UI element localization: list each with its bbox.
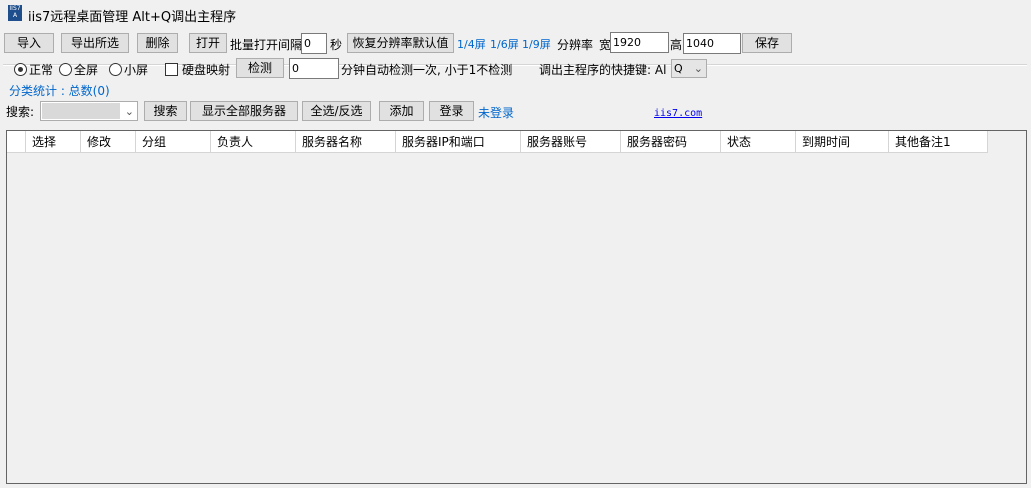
width-input[interactable]: 1920 <box>610 32 669 53</box>
show-all-servers-button[interactable]: 显示全部服务器 <box>190 101 298 121</box>
minutes-label: 分钟自动检测一次, 小于1不检测 <box>341 63 513 77</box>
column-header[interactable]: 服务器账号 <box>521 131 621 153</box>
resolution-label: 分辨率 <box>557 38 594 52</box>
login-status: 未登录 <box>478 106 515 120</box>
site-link[interactable]: iis7.com <box>654 108 702 119</box>
search-label: 搜索: <box>6 105 35 119</box>
column-header[interactable]: 选择 <box>26 131 81 153</box>
window-title: iis7远程桌面管理 Alt+Q调出主程序 <box>28 10 237 25</box>
restore-resolution-button[interactable]: 恢复分辨率默认值 <box>347 33 454 53</box>
export-selected-button[interactable]: 导出所选 <box>61 33 129 53</box>
delete-button[interactable]: 删除 <box>137 33 178 53</box>
column-header[interactable]: 到期时间 <box>796 131 889 153</box>
radio-normal-label: 正常 <box>29 63 54 77</box>
search-button[interactable]: 搜索 <box>144 101 187 121</box>
interval-label: 批量打开间隔 <box>230 38 303 52</box>
group-divider <box>3 65 1027 67</box>
column-header[interactable]: 服务器密码 <box>621 131 721 153</box>
open-button[interactable]: 打开 <box>189 33 227 53</box>
minutes-input[interactable]: 0 <box>289 58 339 79</box>
server-table[interactable]: 选择 修改 分组 负责人 服务器名称 服务器IP和端口 服务器账号 服务器密码 状态 到期时间 其他… <box>6 130 1027 484</box>
radio-small[interactable]: 小屏 <box>109 61 148 78</box>
app-icon: IIS7 A <box>8 5 22 21</box>
column-header[interactable]: 负责人 <box>211 131 296 153</box>
hotkey-select[interactable]: Q ⌄ <box>671 59 707 78</box>
radio-full-label: 全屏 <box>74 63 99 77</box>
add-button[interactable]: 添加 <box>379 101 424 121</box>
column-header[interactable]: 服务器IP和端口 <box>396 131 521 153</box>
row-header-cell <box>7 131 26 153</box>
quarter-screen-link[interactable]: 1/4屏 <box>457 36 486 52</box>
select-all-button[interactable]: 全选/反选 <box>302 101 371 121</box>
hotkey-value: Q <box>674 62 683 75</box>
radio-normal[interactable]: 正常 <box>14 61 53 78</box>
import-button[interactable]: 导入 <box>4 33 54 53</box>
sixth-screen-link[interactable]: 1/6屏 <box>490 36 519 52</box>
height-label: 高 <box>670 38 683 52</box>
column-header[interactable]: 修改 <box>81 131 136 153</box>
chevron-down-icon: ⌄ <box>693 62 703 75</box>
check-button[interactable]: 检测 <box>236 58 284 78</box>
interval-input[interactable]: 0 <box>301 33 327 54</box>
disk-mapping-checkbox[interactable]: 硬盘映射 <box>165 61 230 78</box>
login-button[interactable]: 登录 <box>429 101 474 121</box>
search-combobox[interactable]: ⌄ <box>40 101 138 121</box>
disk-mapping-label: 硬盘映射 <box>182 63 231 77</box>
chevron-down-icon: ⌄ <box>124 105 134 118</box>
hotkey-label: 调出主程序的快捷键: Al <box>539 63 667 77</box>
column-header[interactable]: 状态 <box>721 131 796 153</box>
height-input[interactable]: 1040 <box>683 33 741 54</box>
table-header: 选择 修改 分组 负责人 服务器名称 服务器IP和端口 服务器账号 服务器密码 状态 到期时间 其他… <box>7 131 988 153</box>
column-header[interactable]: 其他备注1 <box>889 131 988 153</box>
search-combobox-value <box>42 103 120 119</box>
radio-full[interactable]: 全屏 <box>59 61 98 78</box>
ninth-screen-link[interactable]: 1/9屏 <box>522 36 551 52</box>
column-header[interactable]: 服务器名称 <box>296 131 396 153</box>
seconds-label: 秒 <box>330 38 343 52</box>
radio-small-label: 小屏 <box>124 63 149 77</box>
category-stats: 分类统计 : 总数(0) <box>9 84 110 98</box>
column-header[interactable]: 分组 <box>136 131 211 153</box>
save-button[interactable]: 保存 <box>742 33 792 53</box>
